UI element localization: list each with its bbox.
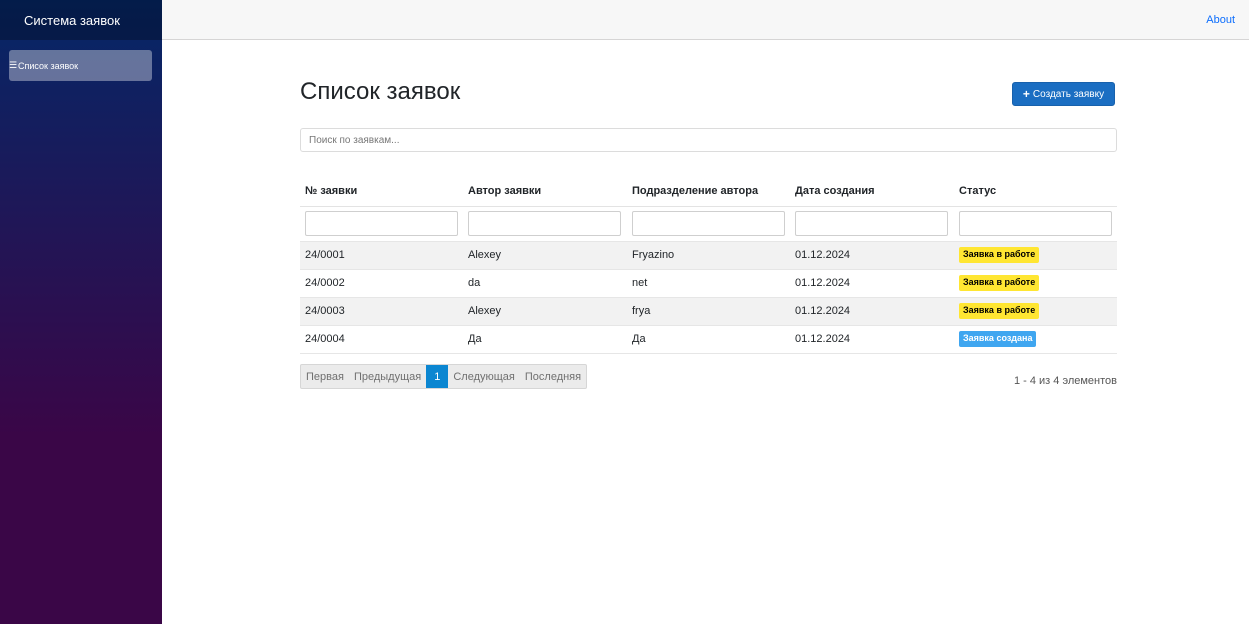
table-row[interactable]: 24/0004 Да Да 01.12.2024 Заявка создана	[300, 324, 1117, 354]
table-row[interactable]: 24/0002 da net 01.12.2024 Заявка в работ…	[300, 268, 1117, 297]
cell-department: net	[627, 268, 790, 297]
pagination: Первая Предыдущая 1 Следующая Последняя	[300, 364, 588, 389]
plus-icon: +	[1022, 87, 1030, 101]
filter-cell	[627, 206, 790, 241]
pager-first-button[interactable]: Первая	[301, 365, 349, 388]
sidebar: Система заявок ☰ Список заявок	[0, 0, 162, 624]
create-request-label: Создать заявку	[1032, 88, 1105, 100]
cell-date: 01.12.2024	[790, 240, 954, 269]
filter-cell	[954, 206, 1117, 241]
cell-department: Да	[627, 324, 790, 354]
cell-date: 01.12.2024	[790, 324, 954, 354]
filter-cell	[463, 206, 627, 241]
cell-department: Fryazino	[627, 240, 790, 269]
about-link[interactable]: About	[1206, 14, 1235, 26]
sidebar-nav: ☰ Список заявок	[0, 40, 162, 81]
cell-date: 01.12.2024	[790, 268, 954, 297]
cell-author: Alexey	[463, 240, 627, 269]
filter-cell	[300, 206, 463, 241]
requests-table: № заявки Автор заявки Подразделение авто…	[300, 177, 1117, 354]
filter-status-input[interactable]	[959, 211, 1112, 236]
cell-department: frya	[627, 296, 790, 325]
brand-title[interactable]: Система заявок	[24, 13, 120, 28]
cell-date: 01.12.2024	[790, 296, 954, 325]
filter-id-input[interactable]	[305, 211, 458, 236]
brand-bar: Система заявок	[0, 0, 162, 40]
cell-status: Заявка в работе	[954, 296, 1117, 325]
list-icon: ☰	[9, 60, 18, 70]
filter-row	[300, 206, 1117, 241]
cell-status: Заявка в работе	[954, 268, 1117, 297]
cell-id: 24/0001	[300, 240, 463, 269]
column-header-department[interactable]: Подразделение автора	[627, 177, 790, 207]
filter-cell	[790, 206, 954, 241]
status-badge: Заявка в работе	[959, 247, 1040, 263]
sidebar-item-label: Список заявок	[18, 60, 79, 71]
pager-last-button[interactable]: Последняя	[520, 365, 586, 388]
page-title: Список заявок	[300, 78, 461, 105]
create-request-button[interactable]: + Создать заявку	[1012, 82, 1115, 106]
filter-author-input[interactable]	[468, 211, 621, 236]
table-row[interactable]: 24/0003 Alexey frya 01.12.2024 Заявка в …	[300, 296, 1117, 325]
app-root: Система заявок ☰ Список заявок About Спи…	[0, 0, 1249, 624]
top-row: About	[162, 0, 1249, 40]
cell-author: Да	[463, 324, 627, 354]
pager-prev-button[interactable]: Предыдущая	[349, 365, 426, 388]
table-row[interactable]: 24/0001 Alexey Fryazino 01.12.2024 Заявк…	[300, 240, 1117, 269]
cell-id: 24/0002	[300, 268, 463, 297]
pager-page-1-button[interactable]: 1	[426, 365, 449, 388]
status-badge: Заявка в работе	[959, 275, 1040, 291]
pager-info: 1 - 4 из 4 элементов	[1013, 375, 1117, 387]
table-header-row: № заявки Автор заявки Подразделение авто…	[300, 177, 1117, 207]
column-header-status[interactable]: Статус	[954, 177, 1117, 207]
column-header-date[interactable]: Дата создания	[790, 177, 954, 207]
cell-author: Alexey	[463, 296, 627, 325]
status-badge: Заявка создана	[959, 331, 1037, 347]
column-header-author[interactable]: Автор заявки	[463, 177, 627, 207]
column-header-id[interactable]: № заявки	[300, 177, 463, 207]
sidebar-item-request-list[interactable]: ☰ Список заявок	[9, 50, 152, 81]
cell-id: 24/0003	[300, 296, 463, 325]
cell-status: Заявка в работе	[954, 240, 1117, 269]
status-badge: Заявка в работе	[959, 303, 1040, 319]
filter-department-input[interactable]	[632, 211, 785, 236]
pager-next-button[interactable]: Следующая	[448, 365, 520, 388]
filter-date-input[interactable]	[795, 211, 948, 236]
search-input[interactable]	[300, 128, 1117, 152]
cell-id: 24/0004	[300, 324, 463, 354]
cell-author: da	[463, 268, 627, 297]
cell-status: Заявка создана	[954, 324, 1117, 354]
